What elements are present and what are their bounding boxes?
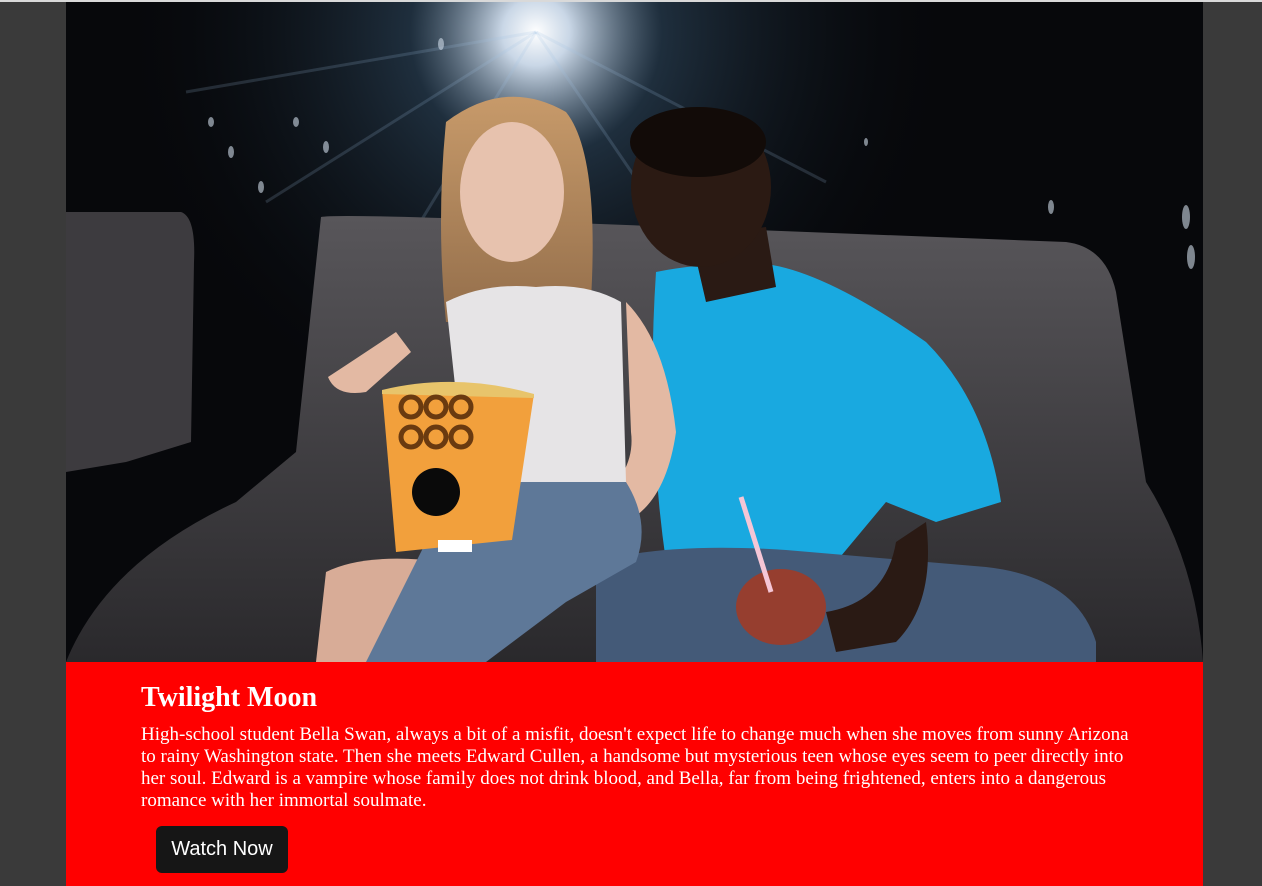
movie-card: Twilight Moon High-school student Bella … [66, 2, 1203, 886]
movie-description: High-school student Bella Swan, always a… [141, 724, 1129, 811]
movie-info-panel: Twilight Moon High-school student Bella … [66, 662, 1203, 886]
page: Twilight Moon High-school student Bella … [0, 0, 1262, 886]
movie-title: Twilight Moon [141, 682, 318, 713]
hero-image [66, 2, 1203, 662]
watch-now-button[interactable]: Watch Now [156, 826, 288, 873]
